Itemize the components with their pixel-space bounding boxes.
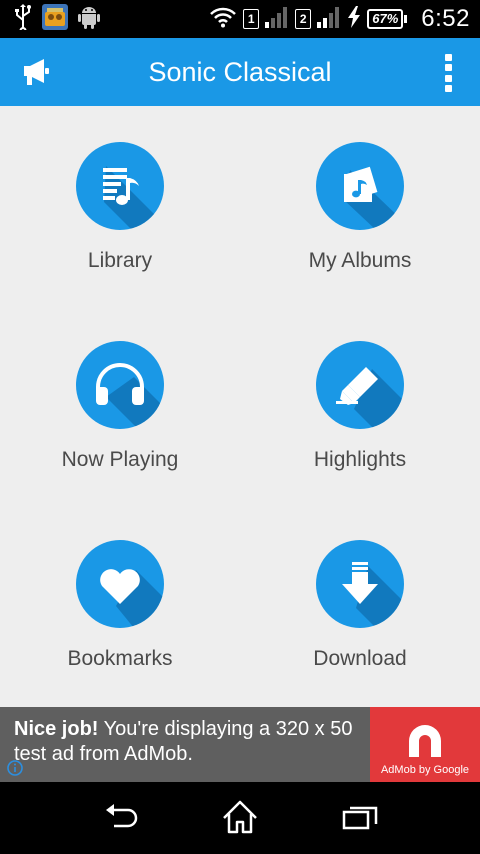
menu-item-label: Highlights	[313, 448, 407, 471]
admob-brand: AdMob by Google	[380, 764, 470, 776]
heart-icon[interactable]	[76, 540, 164, 628]
menu-item-download[interactable]: Download	[240, 504, 480, 674]
menu-item-label: Library	[87, 249, 153, 272]
charging-icon	[347, 5, 361, 33]
page-title: Sonic Classical	[148, 57, 332, 87]
signal2-icon	[317, 6, 341, 33]
menu-item-now-playing[interactable]: Now Playing	[0, 305, 240, 475]
menu-item-bookmarks[interactable]: Bookmarks	[0, 504, 240, 674]
menu-item-my-albums[interactable]: My Albums	[240, 106, 480, 276]
menu-item-label: Download	[313, 647, 407, 670]
menu-grid: Library My Albums Now Playing Highlights…	[0, 106, 480, 707]
battery-icon: 67%	[367, 9, 408, 29]
wifi-icon	[209, 6, 237, 33]
ad-text: Nice job! You're displaying a 320 x 50 t…	[14, 717, 364, 767]
signal1-icon	[265, 6, 289, 33]
home-icon[interactable]	[218, 796, 262, 840]
overflow-menu-icon[interactable]	[442, 54, 454, 92]
sim1-icon: 1	[243, 9, 260, 29]
headphones-icon[interactable]	[76, 341, 164, 429]
back-icon[interactable]	[98, 796, 142, 840]
info-icon[interactable]	[6, 759, 24, 777]
recent-apps-icon[interactable]	[338, 796, 382, 840]
menu-item-label: My Albums	[308, 249, 412, 272]
android-icon	[78, 5, 100, 34]
app-bar: Sonic Classical	[0, 38, 480, 106]
usb-icon	[14, 3, 32, 35]
admob-logo[interactable]: AdMob by Google	[370, 707, 480, 782]
menu-item-library[interactable]: Library	[0, 106, 240, 276]
ad-headline: Nice job!	[14, 718, 99, 740]
albums-icon[interactable]	[316, 142, 404, 230]
sim2-icon: 2	[295, 9, 312, 29]
clock: 6:52	[421, 5, 470, 32]
status-bar: 1 2 67% 6:52	[0, 0, 480, 38]
notification-app-icon	[42, 3, 68, 35]
menu-item-highlights[interactable]: Highlights	[240, 305, 480, 475]
highlighter-icon[interactable]	[316, 341, 404, 429]
battery-level: 67%	[367, 9, 404, 29]
menu-item-label: Now Playing	[61, 448, 179, 471]
library-music-icon[interactable]	[76, 142, 164, 230]
ad-banner[interactable]: Nice job! You're displaying a 320 x 50 t…	[0, 707, 480, 782]
download-icon[interactable]	[316, 540, 404, 628]
navigation-bar	[0, 782, 480, 854]
menu-item-label: Bookmarks	[67, 647, 173, 670]
